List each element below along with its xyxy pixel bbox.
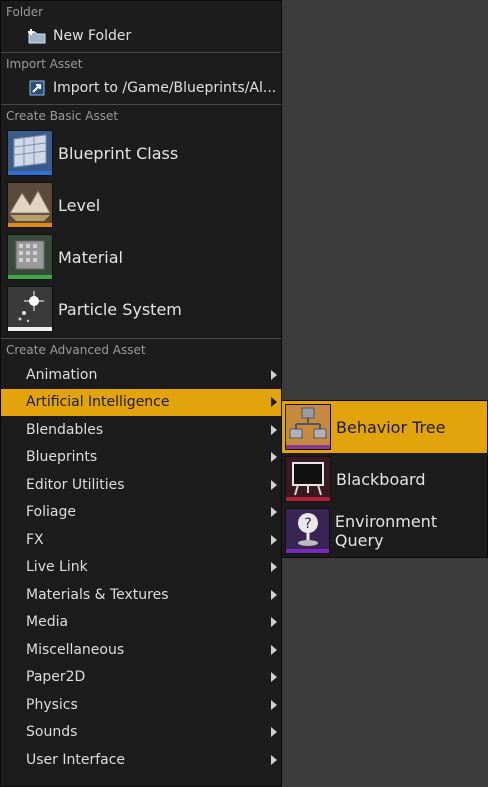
submenu-arrow-icon <box>271 672 277 683</box>
submenu-arrow-icon <box>271 644 277 655</box>
submenu-arrow-icon <box>271 727 277 738</box>
new-folder-icon <box>27 26 47 46</box>
ai-submenu: Behavior Tree Blackboard ? Environment Q… <box>281 400 488 558</box>
submenu-arrow-icon <box>271 397 277 408</box>
submenu-arrow-icon <box>271 369 277 380</box>
menu-item-new-folder[interactable]: New Folder <box>1 23 281 49</box>
section-header-import: Import Asset <box>6 57 83 71</box>
submenu-arrow-icon <box>271 754 277 765</box>
particle-system-icon <box>7 286 53 332</box>
submenu-arrow-icon <box>271 424 277 435</box>
menu-item-label: Foliage <box>26 504 76 521</box>
menu-item-level[interactable]: Level <box>1 179 281 231</box>
menu-item-fx[interactable]: FX <box>1 526 281 554</box>
menu-item-miscellaneous[interactable]: Miscellaneous <box>1 636 281 664</box>
menu-item-label: Material <box>58 247 123 267</box>
submenu-item-label: Blackboard <box>336 469 426 489</box>
menu-item-label: Blueprints <box>26 449 98 466</box>
menu-item-foliage[interactable]: Foliage <box>1 499 281 527</box>
menu-item-label: User Interface <box>26 751 126 768</box>
submenu-arrow-icon <box>271 699 277 710</box>
menu-item-paper2d[interactable]: Paper2D <box>1 664 281 692</box>
menu-item-label: Particle System <box>58 299 182 319</box>
menu-item-sounds[interactable]: Sounds <box>1 719 281 747</box>
menu-item-particle-system[interactable]: Particle System <box>1 283 281 335</box>
color-bar <box>8 275 52 279</box>
submenu-arrow-icon <box>271 479 277 490</box>
menu-item-user-interface[interactable]: User Interface <box>1 746 281 774</box>
submenu-item-label: Environment Query <box>334 512 438 550</box>
import-icon <box>27 78 47 98</box>
menu-item-artificial-intelligence[interactable]: Artificial Intelligence <box>1 388 281 416</box>
submenu-item-behavior-tree[interactable]: Behavior Tree <box>282 401 487 453</box>
menu-item-blueprint-class[interactable]: Blueprint Class <box>1 127 281 179</box>
menu-item-materials-textures[interactable]: Materials & Textures <box>1 581 281 609</box>
section-header-folder: Folder <box>6 5 44 19</box>
menu-item-label: New Folder <box>53 28 132 44</box>
blueprint-class-icon <box>7 130 53 176</box>
color-bar <box>286 497 330 501</box>
submenu-arrow-icon <box>271 534 277 545</box>
submenu-arrow-icon <box>271 507 277 518</box>
submenu-item-blackboard[interactable]: Blackboard <box>282 453 487 505</box>
menu-item-label: Editor Utilities <box>26 476 125 493</box>
submenu-item-label: Behavior Tree <box>336 417 446 437</box>
menu-item-editor-utilities[interactable]: Editor Utilities <box>1 471 281 499</box>
color-bar <box>286 445 330 449</box>
menu-item-label: Blendables <box>26 421 104 438</box>
menu-item-label: Import to /Game/Blueprints/Al... <box>53 80 277 96</box>
menu-item-label: Physics <box>26 696 78 713</box>
menu-item-live-link[interactable]: Live Link <box>1 554 281 582</box>
submenu-arrow-icon <box>271 617 277 628</box>
context-menu: Folder New Folder Import Asset Import to… <box>0 0 282 787</box>
menu-item-label: Artificial Intelligence <box>26 394 170 411</box>
environment-query-icon: ? <box>285 508 330 554</box>
color-bar <box>8 327 52 331</box>
behavior-tree-icon <box>285 404 331 450</box>
material-icon <box>7 234 53 280</box>
menu-item-animation[interactable]: Animation <box>1 361 281 389</box>
menu-item-label: Live Link <box>26 559 88 576</box>
menu-item-blueprints[interactable]: Blueprints <box>1 444 281 472</box>
menu-item-physics[interactable]: Physics <box>1 691 281 719</box>
menu-item-label: Miscellaneous <box>26 641 125 658</box>
color-bar <box>8 223 52 227</box>
menu-item-label: Animation <box>26 366 98 383</box>
level-icon <box>7 182 53 228</box>
menu-item-label: Level <box>58 195 101 215</box>
menu-item-label: Paper2D <box>26 669 86 686</box>
submenu-arrow-icon <box>271 589 277 600</box>
menu-item-label: Sounds <box>26 724 78 741</box>
blackboard-icon <box>285 456 331 502</box>
menu-item-label: Blueprint Class <box>58 143 179 163</box>
menu-item-blendables[interactable]: Blendables <box>1 416 281 444</box>
submenu-arrow-icon <box>271 452 277 463</box>
menu-item-label: FX <box>26 531 44 548</box>
menu-item-label: Media <box>26 614 69 631</box>
svg-text:?: ? <box>304 516 311 532</box>
menu-item-media[interactable]: Media <box>1 609 281 637</box>
submenu-item-environment-query[interactable]: ? Environment Query <box>282 505 487 557</box>
menu-item-import[interactable]: Import to /Game/Blueprints/Al... <box>1 75 281 101</box>
color-bar <box>8 171 52 175</box>
menu-item-label: Materials & Textures <box>26 586 169 603</box>
menu-item-material[interactable]: Material <box>1 231 281 283</box>
color-bar <box>286 549 329 553</box>
section-header-basic-asset: Create Basic Asset <box>6 109 119 123</box>
section-header-advanced-asset: Create Advanced Asset <box>6 343 146 357</box>
submenu-arrow-icon <box>271 562 277 573</box>
